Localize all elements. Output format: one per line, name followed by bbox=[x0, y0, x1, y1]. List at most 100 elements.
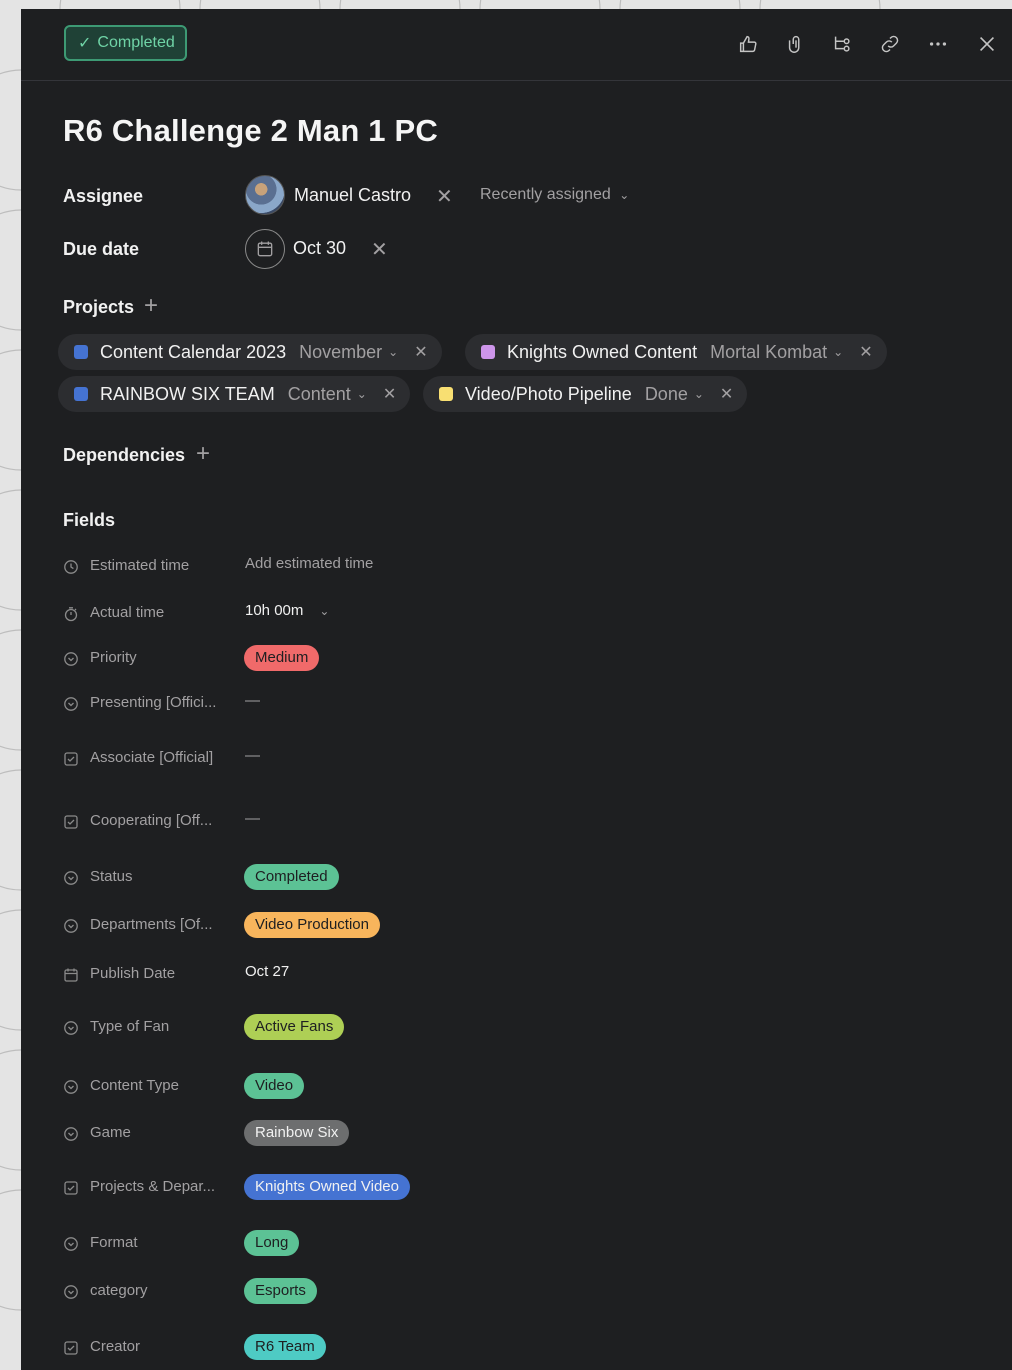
add-project-icon[interactable]: + bbox=[144, 292, 158, 320]
field-row: Cooperating [Off... — bbox=[63, 810, 983, 834]
assignee-name: Manuel Castro bbox=[294, 184, 412, 205]
field-value[interactable]: 10h 00m ⌄ bbox=[245, 602, 329, 619]
project-color-swatch bbox=[74, 345, 88, 359]
clear-due-date-button[interactable]: ✕ bbox=[371, 237, 388, 262]
field-name: Estimated time bbox=[90, 557, 190, 574]
remove-project-button[interactable]: ✕ bbox=[859, 342, 872, 362]
field-row: Creator R6 Team bbox=[63, 1334, 983, 1360]
due-date-label: Due date bbox=[63, 239, 140, 259]
field-row: Game Rainbow Six bbox=[63, 1120, 983, 1146]
field-row: Actual time 10h 00m ⌄ bbox=[63, 602, 983, 626]
remove-project-button[interactable]: ✕ bbox=[414, 342, 427, 362]
chevron-down-icon: ⌄ bbox=[833, 345, 844, 359]
link-icon[interactable] bbox=[875, 29, 905, 59]
field-row: Status Completed bbox=[63, 864, 983, 890]
project-chip[interactable]: Video/Photo Pipeline Done ⌄ ✕ bbox=[423, 376, 748, 412]
project-chip[interactable]: RAINBOW SIX TEAM Content ⌄ ✕ bbox=[58, 376, 411, 412]
attachment-icon[interactable] bbox=[781, 29, 811, 59]
remove-assignee-button[interactable]: ✕ bbox=[436, 184, 453, 209]
project-color-swatch bbox=[74, 387, 88, 401]
timer-icon bbox=[63, 606, 79, 622]
task-detail-pane: ✓ Completed R6 Challenge 2 Man 1 PC Assi… bbox=[21, 9, 1012, 1370]
dependencies-label: Dependencies bbox=[63, 445, 186, 465]
assignee-token[interactable]: Manuel Castro bbox=[245, 175, 411, 215]
field-name: Associate [Official] bbox=[90, 749, 214, 766]
department-pill[interactable]: Video Production bbox=[244, 912, 380, 938]
field-row: Estimated time Add estimated time bbox=[63, 555, 983, 579]
recently-assigned-label: Recently assigned bbox=[480, 186, 611, 203]
single-select-icon bbox=[63, 651, 79, 667]
project-name: Knights Owned Content bbox=[507, 341, 698, 362]
assignee-label: Assignee bbox=[63, 186, 144, 206]
project-chip[interactable]: Knights Owned Content Mortal Kombat ⌄ ✕ bbox=[465, 334, 887, 370]
field-row: Publish Date Oct 27 bbox=[63, 963, 983, 987]
status-pill[interactable]: Completed bbox=[244, 864, 339, 890]
field-name: Cooperating [Off... bbox=[90, 812, 213, 829]
field-name: category bbox=[90, 1282, 148, 1299]
multi-select-icon bbox=[63, 814, 79, 830]
fan-type-pill[interactable]: Active Fans bbox=[244, 1014, 345, 1040]
field-name: Actual time bbox=[90, 604, 165, 621]
category-pill[interactable]: Esports bbox=[244, 1278, 317, 1304]
remove-project-button[interactable]: ✕ bbox=[383, 384, 396, 404]
single-select-icon bbox=[63, 870, 79, 886]
add-dependency-icon[interactable]: + bbox=[196, 440, 210, 468]
more-icon[interactable] bbox=[923, 29, 953, 59]
field-name: Publish Date bbox=[90, 965, 176, 982]
field-row: category Esports bbox=[63, 1278, 983, 1304]
priority-pill[interactable]: Medium bbox=[244, 645, 320, 671]
project-section-dropdown[interactable]: November bbox=[299, 342, 382, 363]
subtask-icon[interactable] bbox=[827, 29, 857, 59]
field-name: Content Type bbox=[90, 1077, 179, 1094]
format-pill[interactable]: Long bbox=[244, 1230, 300, 1256]
field-name: Projects & Depar... bbox=[90, 1178, 216, 1195]
project-section-dropdown[interactable]: Mortal Kombat bbox=[710, 342, 827, 363]
fields-label: Fields bbox=[63, 510, 116, 530]
field-name: Format bbox=[90, 1234, 138, 1251]
close-icon[interactable] bbox=[972, 29, 1002, 59]
task-title[interactable]: R6 Challenge 2 Man 1 PC bbox=[63, 113, 438, 149]
field-value[interactable]: Add estimated time bbox=[245, 555, 373, 572]
field-row: Departments [Of... Video Production bbox=[63, 912, 983, 938]
field-value[interactable]: Oct 27 bbox=[245, 963, 289, 980]
field-name: Game bbox=[90, 1124, 131, 1141]
field-name: Type of Fan bbox=[90, 1018, 170, 1035]
clock-icon bbox=[63, 559, 79, 575]
project-name: Video/Photo Pipeline bbox=[465, 383, 632, 404]
actual-time-value: 10h 00m bbox=[245, 602, 304, 619]
chevron-down-icon: ⌄ bbox=[319, 604, 330, 618]
mark-complete-button[interactable]: ✓ Completed bbox=[64, 25, 187, 61]
multi-select-icon bbox=[63, 751, 79, 767]
due-date-value[interactable]: Oct 30 bbox=[293, 238, 346, 259]
projects-departments-pill[interactable]: Knights Owned Video bbox=[244, 1174, 410, 1200]
thumbs-up-icon[interactable] bbox=[733, 29, 763, 59]
task-header: ✓ Completed bbox=[21, 9, 1012, 81]
field-row: Associate [Official] — bbox=[63, 747, 983, 771]
field-value[interactable]: — bbox=[245, 747, 260, 764]
single-select-icon bbox=[63, 918, 79, 934]
content-type-pill[interactable]: Video bbox=[244, 1073, 305, 1099]
field-name: Presenting [Offici... bbox=[90, 694, 217, 711]
field-row: Content Type Video bbox=[63, 1073, 983, 1099]
remove-project-button[interactable]: ✕ bbox=[720, 384, 733, 404]
recently-assigned-dropdown[interactable]: Recently assigned ⌄ bbox=[480, 186, 629, 204]
single-select-icon bbox=[63, 1079, 79, 1095]
field-value[interactable]: — bbox=[245, 692, 260, 709]
project-section-dropdown[interactable]: Done bbox=[645, 384, 688, 405]
field-row: Presenting [Offici... — bbox=[63, 692, 983, 716]
single-select-icon bbox=[63, 1236, 79, 1252]
mark-complete-label: Completed bbox=[97, 34, 175, 51]
field-value[interactable]: — bbox=[245, 810, 260, 827]
multi-select-icon bbox=[63, 1340, 79, 1356]
calendar-icon[interactable] bbox=[245, 229, 285, 269]
creator-pill[interactable]: R6 Team bbox=[244, 1334, 326, 1360]
chevron-down-icon: ⌄ bbox=[619, 188, 630, 202]
game-pill[interactable]: Rainbow Six bbox=[244, 1120, 350, 1146]
calendar-icon bbox=[63, 967, 79, 983]
field-name: Creator bbox=[90, 1338, 141, 1355]
multi-select-icon bbox=[63, 1180, 79, 1196]
single-select-icon bbox=[63, 1284, 79, 1300]
project-chip[interactable]: Content Calendar 2023 November ⌄ ✕ bbox=[58, 334, 442, 370]
project-section-dropdown[interactable]: Content bbox=[288, 384, 351, 405]
single-select-icon bbox=[63, 1020, 79, 1036]
